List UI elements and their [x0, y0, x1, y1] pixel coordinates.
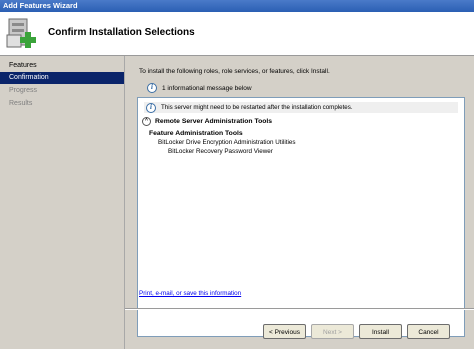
feature-group-label: Feature Administration Tools	[149, 130, 243, 137]
feature-subitem: BitLocker Recovery Password Viewer	[168, 148, 273, 155]
next-button[interactable]: Next >	[311, 324, 354, 339]
instruction-text: To install the following roles, role ser…	[139, 68, 330, 75]
info-message-row: i This server might need to be restarted…	[144, 102, 458, 113]
collapse-icon[interactable]: ^	[142, 117, 151, 126]
wizard-content: To install the following roles, role ser…	[125, 56, 474, 349]
selections-panel[interactable]: i This server might need to be restarted…	[137, 97, 465, 337]
section-header[interactable]: ^ Remote Server Administration Tools	[142, 117, 272, 126]
page-title: Confirm Installation Selections	[48, 27, 195, 38]
info-message-text: This server might need to be restarted a…	[161, 104, 353, 111]
sidebar-item-features[interactable]: Features	[0, 60, 124, 72]
cancel-button[interactable]: Cancel	[407, 324, 450, 339]
info-icon: i	[147, 83, 157, 93]
previous-button[interactable]: < Previous	[263, 324, 306, 339]
wizard-sidebar: Features Confirmation Progress Results	[0, 56, 125, 349]
wizard-header: Confirm Installation Selections	[0, 12, 474, 56]
sidebar-item-confirmation[interactable]: Confirmation	[0, 72, 124, 84]
window-title: Add Features Wizard	[3, 1, 78, 10]
info-count-text: 1 informational message below	[162, 84, 252, 92]
footer-divider	[125, 308, 474, 310]
info-icon: i	[146, 102, 156, 113]
sidebar-item-results: Results	[9, 100, 33, 107]
section-title: Remote Server Administration Tools	[155, 118, 273, 125]
feature-item: BitLocker Drive Encryption Administratio…	[158, 139, 296, 146]
window-titlebar: Add Features Wizard	[0, 0, 474, 12]
install-button[interactable]: Install	[359, 324, 402, 339]
print-save-link[interactable]: Print, e-mail, or save this information	[139, 290, 241, 297]
info-summary: i 1 informational message below	[147, 83, 252, 93]
sidebar-item-progress: Progress	[9, 87, 38, 94]
add-features-icon	[6, 18, 36, 48]
